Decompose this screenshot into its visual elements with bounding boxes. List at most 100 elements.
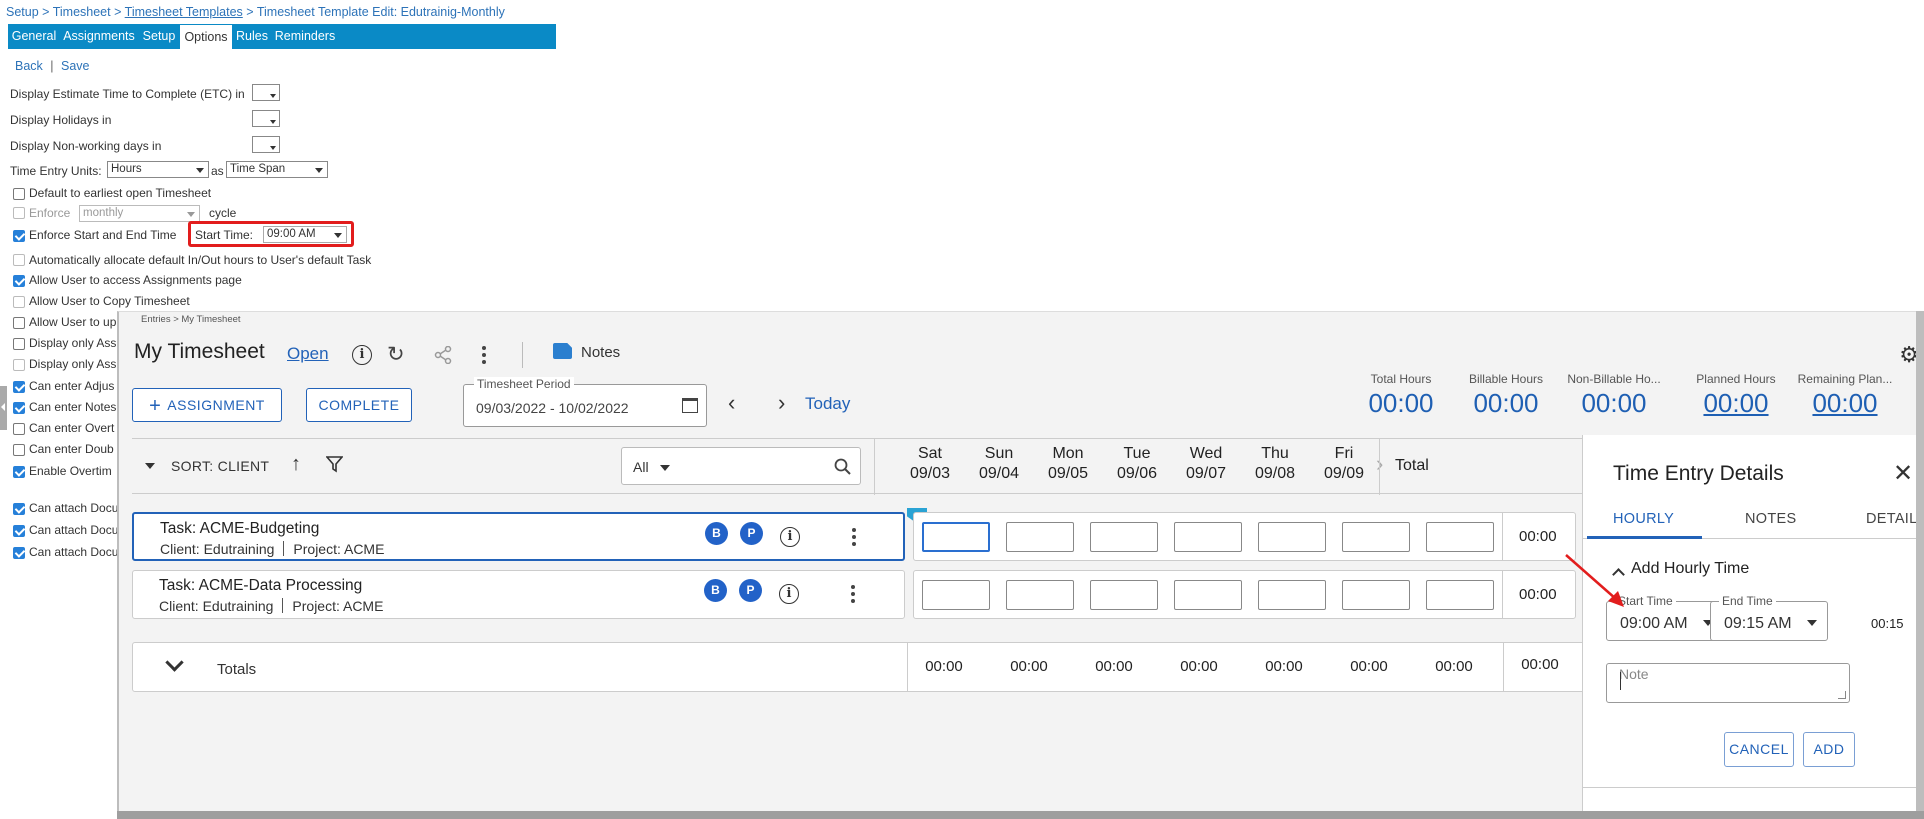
hours-cell[interactable] [1174,522,1242,552]
more-options-icon[interactable] [482,346,486,367]
display-only-checkbox-1[interactable] [13,338,25,350]
hours-cell[interactable] [1090,580,1158,610]
task-name: Task: ACME-Data Processing [159,577,363,594]
chevron-down-icon[interactable] [165,653,184,672]
tab-hourly[interactable]: HOURLY [1613,511,1674,527]
add-assignment-button[interactable]: + ASSIGNMENT [132,388,282,422]
sort-menu-icon[interactable] [145,463,155,469]
copy-timesheet-checkbox[interactable] [13,296,25,308]
tab-rules[interactable]: Rules [232,24,272,49]
task-client: Client: Edutraining [159,598,274,614]
setup-action-links: Back | Save [15,59,90,73]
search-icon[interactable] [834,458,852,476]
tab-reminders[interactable]: Reminders [272,24,338,49]
enable-overtime-checkbox[interactable] [13,466,25,478]
attach-doc-checkbox-1[interactable] [13,503,25,515]
enforce-checkbox[interactable] [13,207,25,219]
tab-setup[interactable]: Setup [138,24,180,49]
adjust-label: Can enter Adjus [29,379,115,393]
display-only-checkbox-2[interactable] [13,359,25,371]
notes-icon[interactable] [553,343,572,359]
task-info-icon[interactable]: i [780,527,800,547]
task-row[interactable]: Task: ACME-Data Processing Client: Edutr… [132,570,905,619]
hours-cell[interactable] [1006,580,1074,610]
nonworking-select[interactable] [252,136,280,153]
close-icon[interactable]: ✕ [1893,459,1913,488]
span-value: Time Span [230,163,286,175]
hours-cell[interactable] [1174,580,1242,610]
sort-ascending-icon[interactable]: ↑ [291,453,301,476]
stat-planned-hours[interactable]: Planned Hours 00:00 [1686,372,1786,419]
nonworking-label: Display Non-working days in [10,139,162,153]
hours-cell[interactable] [1258,580,1326,610]
tab-options[interactable]: Options [180,25,232,49]
calendar-icon[interactable] [682,398,698,413]
task-more-icon[interactable] [852,528,856,549]
collapse-handle[interactable] [0,386,7,430]
enforce-start-end-checkbox[interactable] [13,230,25,242]
enforce-cycle-select[interactable]: monthly [79,205,200,222]
notes-checkbox[interactable] [13,402,25,414]
overtime-checkbox[interactable] [13,423,25,435]
adjust-checkbox[interactable] [13,381,25,393]
note-textarea[interactable]: Note [1606,663,1850,703]
stat-value[interactable]: 00:00 [1793,388,1897,419]
refresh-icon[interactable]: ↻ [387,342,405,367]
hours-cell[interactable] [922,580,990,610]
attach-doc-checkbox-3[interactable] [13,547,25,559]
span-select[interactable]: Time Span [226,161,328,178]
default-earliest-checkbox[interactable] [13,188,25,200]
day-header-thu: Thu 09/08 [1238,444,1312,484]
toolbar-divider [522,342,523,368]
stat-remaining-planned[interactable]: Remaining Plan... 00:00 [1793,372,1897,419]
filter-icon[interactable] [326,456,343,473]
breadcrumb-setup[interactable]: Setup [6,5,39,19]
task-client: Client: Edutraining [160,541,275,557]
timesheet-period-field[interactable]: Timesheet Period 09/03/2022 - 10/02/2022 [463,377,707,427]
assignments-page-checkbox[interactable] [13,275,25,287]
add-hourly-time-heading[interactable]: Add Hourly Time [1631,560,1749,578]
hours-cell[interactable] [1090,522,1158,552]
status-link[interactable]: Open [287,344,329,364]
notes-button[interactable]: Notes [581,344,620,361]
resize-grip-icon[interactable] [1838,691,1846,699]
complete-button[interactable]: COMPLETE [306,388,412,422]
hours-cell[interactable] [1006,522,1074,552]
save-link[interactable]: Save [61,59,90,73]
task-more-icon[interactable] [851,585,855,606]
hours-cell[interactable] [1426,522,1494,552]
hours-cell[interactable] [922,522,990,552]
filter-select[interactable]: All [621,447,861,485]
breadcrumb-templates[interactable]: Timesheet Templates [125,5,243,19]
hours-cell[interactable] [1426,580,1494,610]
next-period-icon[interactable]: › [778,390,785,416]
allow-upload-checkbox[interactable] [13,317,25,329]
tab-notes[interactable]: NOTES [1745,511,1796,527]
sort-label[interactable]: SORT: CLIENT [171,458,269,474]
double-checkbox[interactable] [13,444,25,456]
breadcrumb-timesheet[interactable]: Timesheet [53,5,111,19]
info-icon[interactable]: i [352,345,372,365]
holidays-select[interactable] [252,110,280,127]
auto-allocate-checkbox[interactable] [13,254,25,266]
attach-doc-checkbox-2[interactable] [13,525,25,537]
end-time-field[interactable]: End Time 09:15 AM [1710,594,1828,641]
hours-cell[interactable] [1342,580,1410,610]
add-button[interactable]: ADD [1803,732,1855,767]
overtime-label: Can enter Overt [29,421,115,435]
task-info-icon[interactable]: i [779,584,799,604]
task-row[interactable]: Task: ACME-Budgeting Client: Edutraining… [132,508,927,561]
today-link[interactable]: Today [805,394,850,414]
hours-cell[interactable] [1342,522,1410,552]
units-select[interactable]: Hours [107,161,209,178]
tab-assignments[interactable]: Assignments [60,24,138,49]
cancel-button[interactable]: CANCEL [1724,732,1794,767]
tab-general[interactable]: General [8,24,60,49]
back-link[interactable]: Back [15,59,43,73]
prev-period-icon[interactable]: ‹ [728,390,735,416]
hours-cell[interactable] [1258,522,1326,552]
stat-value[interactable]: 00:00 [1686,388,1786,419]
etc-select[interactable] [252,84,280,101]
task-hours-row: 00:00 [913,512,1576,561]
share-icon[interactable] [434,346,452,364]
